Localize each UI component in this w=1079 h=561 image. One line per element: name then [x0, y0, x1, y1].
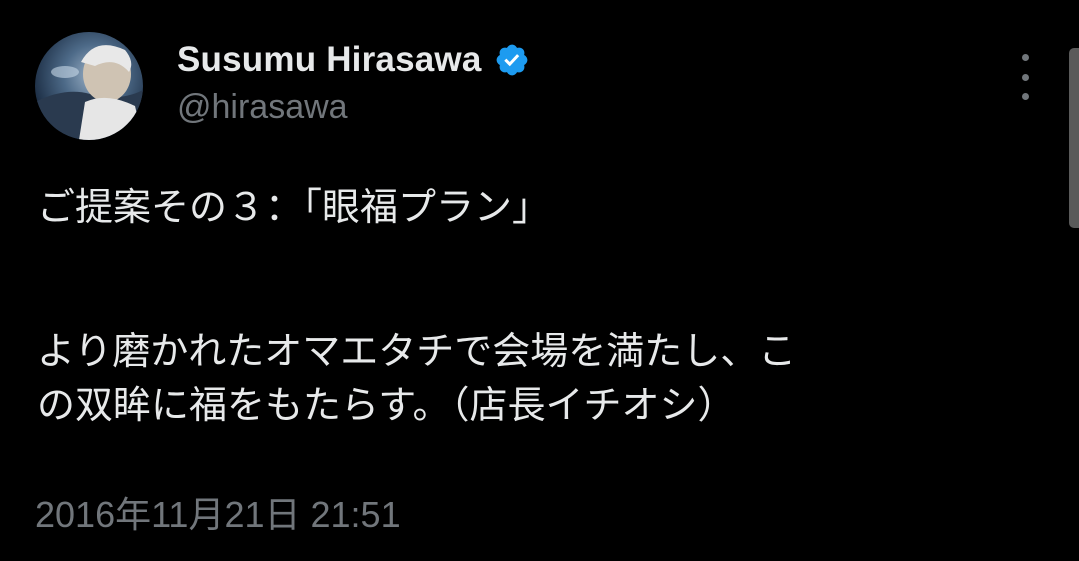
tweet-text: ご提案その３：「眼福プラン」 より磨かれたオマエタチで会場を満たし、こ の双眸に… [37, 180, 1047, 432]
tweet-line-1: ご提案その３：「眼福プラン」 [37, 185, 551, 229]
more-dot [1021, 54, 1029, 61]
author-name-row: Susumu Hirasawa [177, 38, 530, 82]
more-options-icon[interactable] [1010, 54, 1040, 100]
more-dot [1021, 73, 1029, 81]
verified-badge-icon [494, 42, 530, 78]
scrollbar[interactable] [1069, 48, 1079, 228]
tweet-line-3: の双眸に福をもたらす。（店長イチオシ） [37, 383, 736, 427]
more-dot [1021, 93, 1029, 100]
author-handle[interactable]: @hirasawa [177, 88, 348, 127]
tweet-line-2: より磨かれたオマエタチで会場を満たし、こ [37, 329, 797, 373]
avatar-image [35, 45, 143, 140]
tweet-timestamp[interactable]: 2016年11月21日 21:51 [35, 486, 401, 538]
display-name[interactable]: Susumu Hirasawa [177, 40, 482, 80]
avatar[interactable] [35, 32, 143, 140]
